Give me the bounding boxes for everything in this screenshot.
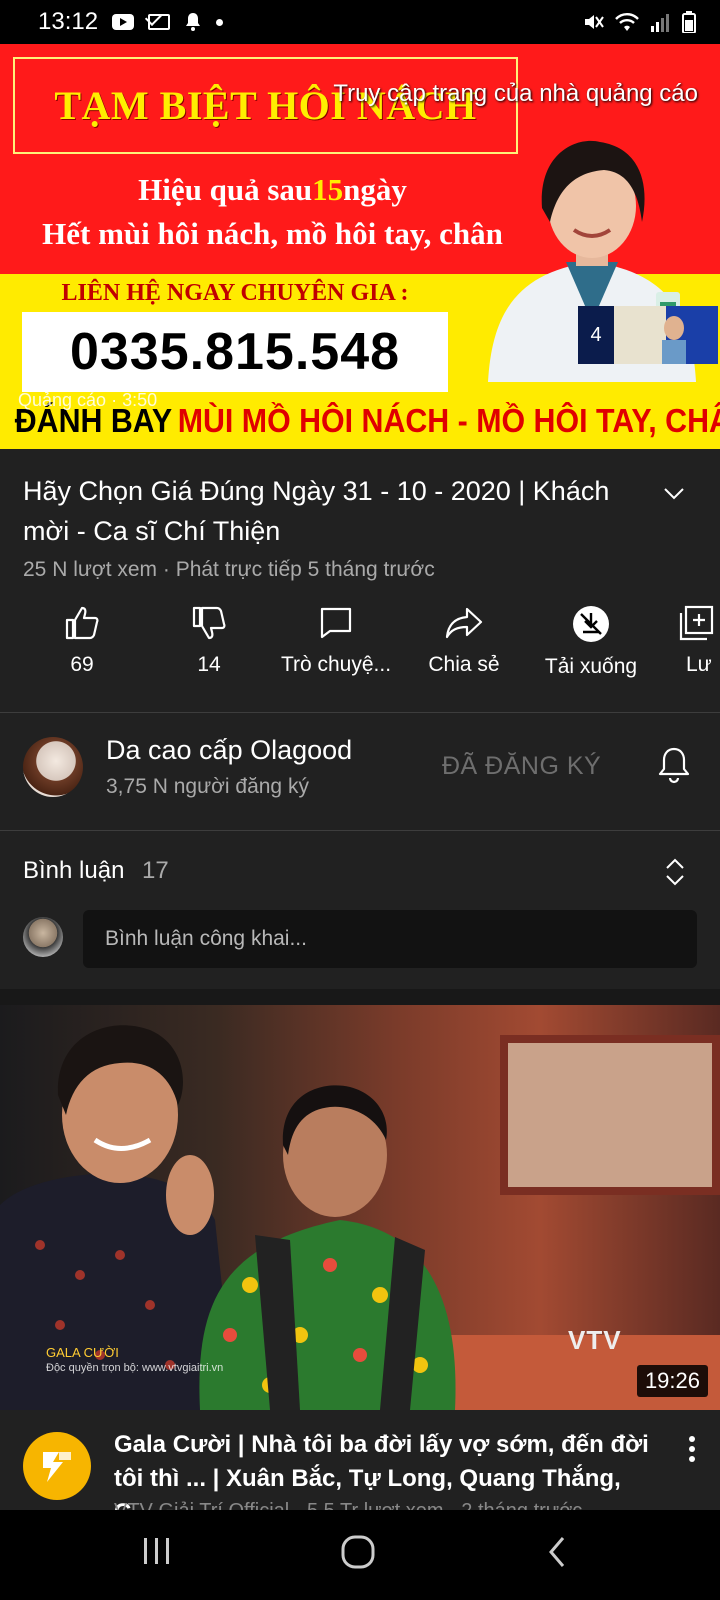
like-button[interactable]: 69 bbox=[12, 605, 152, 677]
back-icon[interactable] bbox=[545, 1534, 569, 1570]
action-bar: 69 14 Trò chuyệ... Chia sẻ Tải xuống Lư bbox=[0, 605, 720, 695]
download-label: Tải xuống bbox=[544, 655, 638, 678]
ad-phone-box: 0335.815.548 bbox=[22, 312, 448, 392]
notification-bell-icon[interactable] bbox=[657, 746, 691, 784]
live-chat-label: Trò chuyệ... bbox=[280, 653, 392, 676]
ad-line2: Hết mùi hôi nách, mồ hôi tay, chân bbox=[42, 216, 503, 251]
save-icon bbox=[679, 605, 714, 641]
gmail-notification-icon bbox=[148, 14, 171, 30]
video-meta: 25 N lượt xem · Phát trực tiếp 5 tháng t… bbox=[23, 558, 435, 581]
ad-queue-thumbnail[interactable]: 4 bbox=[578, 306, 718, 364]
ad-contact-label: LIÊN HỆ NGAY CHUYÊN GIA : bbox=[61, 280, 409, 306]
vtv-logo: VTV bbox=[568, 1325, 622, 1355]
save-label: Lư bbox=[686, 653, 712, 676]
ad-line1-prefix: Hiệu quả sau bbox=[138, 172, 313, 207]
share-icon bbox=[445, 607, 483, 639]
youtube-notification-icon bbox=[112, 14, 135, 30]
save-button[interactable]: Lư bbox=[648, 605, 720, 677]
ad-queue-count: 4 bbox=[578, 306, 614, 364]
thumbs-up-icon bbox=[65, 606, 99, 640]
home-icon[interactable] bbox=[340, 1534, 376, 1570]
gala-watermark-sub: Độc quyền trọn bộ: www.vtvgiaitri.vn bbox=[46, 1362, 224, 1374]
share-label: Chia sẻ bbox=[428, 653, 500, 676]
notification-icons bbox=[112, 12, 224, 32]
ad-line1-number: 15 bbox=[312, 172, 344, 207]
mute-icon bbox=[585, 15, 604, 29]
comments-label: Bình luận bbox=[23, 857, 125, 884]
subscribed-button[interactable]: ĐÃ ĐĂNG KÝ bbox=[442, 752, 601, 781]
thumbs-down-icon bbox=[192, 606, 226, 640]
channel-row[interactable]: Da cao cấp Olagood 3,75 N người đăng ký … bbox=[0, 717, 720, 827]
comments-section[interactable]: Bình luận 17 Bình luận công khai... bbox=[0, 831, 720, 989]
like-count: 69 bbox=[70, 653, 94, 676]
system-icons bbox=[582, 11, 696, 33]
dislike-count: 14 bbox=[197, 653, 221, 676]
status-bar: 13:12 bbox=[0, 0, 720, 44]
gala-watermark-title: GALA CƯỜI bbox=[46, 1345, 119, 1360]
status-time: 13:12 bbox=[38, 8, 99, 35]
share-button[interactable]: Chia sẻ bbox=[394, 605, 534, 677]
user-avatar bbox=[23, 917, 63, 957]
channel-subscribers: 3,75 N người đăng ký bbox=[106, 775, 309, 798]
chevron-down-icon[interactable] bbox=[664, 483, 684, 503]
section-gap bbox=[0, 989, 720, 1005]
video-duration: 19:26 bbox=[636, 1365, 708, 1397]
dislike-button[interactable]: 14 bbox=[139, 605, 279, 677]
ad-phone: 0335.815.548 bbox=[69, 323, 401, 381]
comments-count: 17 bbox=[142, 857, 169, 884]
chat-icon bbox=[320, 607, 352, 639]
video-details: Hãy Chọn Giá Đúng Ngày 31 - 10 - 2020 | … bbox=[0, 449, 720, 711]
next-video-thumbnail[interactable]: GALA CƯỜI Độc quyền trọn bộ: www.vtvgiai… bbox=[0, 1005, 720, 1410]
bell-notification-icon bbox=[186, 13, 201, 31]
ad-label-timer: Quảng cáo · 3:50 bbox=[18, 390, 158, 410]
ad-line1-suffix: ngày bbox=[343, 172, 407, 207]
vtv-giai-tri-logo-icon bbox=[43, 1452, 71, 1482]
more-notifications-dot-icon bbox=[216, 18, 224, 26]
more-vert-icon[interactable] bbox=[688, 1436, 696, 1462]
signal-icon bbox=[651, 14, 669, 32]
recent-apps-icon[interactable] bbox=[140, 1534, 174, 1568]
next-video-info[interactable]: Gala Cười | Nhà tôi ba đời lấy vợ sớm, đ… bbox=[0, 1410, 720, 1526]
channel-avatar[interactable] bbox=[23, 737, 83, 797]
divider bbox=[0, 712, 720, 713]
download-button[interactable]: Tải xuống bbox=[521, 605, 661, 679]
ad-bottom-red: MÙI MỒ HÔI NÁCH - MỒ HÔI TAY, CHÂN bbox=[177, 402, 720, 439]
live-chat-button[interactable]: Trò chuyệ... bbox=[266, 605, 406, 677]
video-player-ad[interactable]: TẠM BIỆT HÔI NÁCH Hiệu quả sau15ngày Hết… bbox=[0, 44, 720, 449]
expand-comments-icon[interactable] bbox=[664, 857, 686, 887]
channel-name[interactable]: Da cao cấp Olagood bbox=[106, 735, 352, 766]
wifi-icon bbox=[615, 13, 639, 31]
download-off-icon bbox=[573, 606, 609, 642]
stage-window bbox=[500, 1035, 720, 1195]
ad-visit-advertiser-link[interactable]: Truy cập trang của nhà quảng cáo bbox=[333, 80, 698, 108]
video-title[interactable]: Hãy Chọn Giá Đúng Ngày 31 - 10 - 2020 | … bbox=[23, 471, 623, 551]
comment-input[interactable]: Bình luận công khai... bbox=[83, 910, 697, 968]
vtv-giai-tri-avatar[interactable] bbox=[23, 1432, 91, 1500]
ad-line1: Hiệu quả sau15ngày bbox=[0, 172, 545, 208]
battery-icon bbox=[682, 11, 696, 33]
system-nav-bar bbox=[0, 1510, 720, 1600]
